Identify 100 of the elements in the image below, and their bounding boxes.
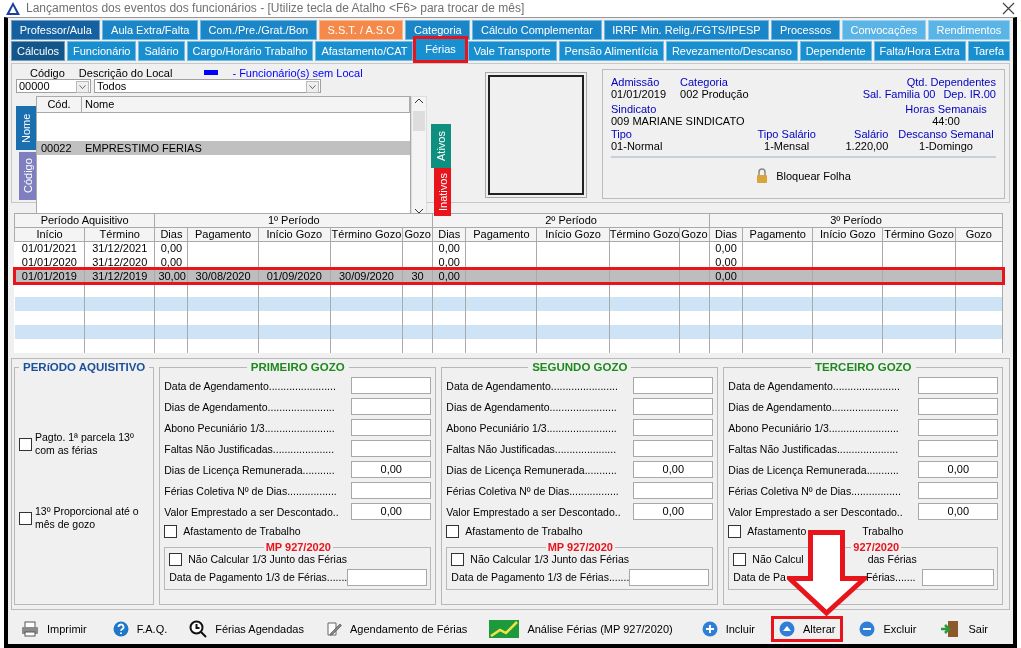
input-field[interactable] (918, 482, 999, 499)
checkbox[interactable] (728, 525, 742, 538)
scrollbar[interactable] (411, 95, 427, 216)
input-field[interactable] (633, 419, 714, 436)
tab[interactable]: Pensão Alimentícia (558, 40, 664, 61)
side-tab[interactable]: Nome (16, 105, 36, 150)
input-field[interactable] (351, 482, 432, 499)
input-field[interactable] (918, 398, 999, 415)
checkbox-label: das Férias (867, 553, 917, 566)
status-tab[interactable]: Inativos (434, 167, 451, 216)
group-title: TERCEIRO GOZO (814, 361, 913, 373)
input-field[interactable]: 0,00 (918, 461, 999, 478)
local-dropdown[interactable]: Todos (94, 78, 321, 93)
toolbar-button[interactable]: Sair (934, 617, 994, 641)
checkbox[interactable] (164, 525, 178, 538)
checkbox[interactable] (169, 553, 183, 566)
scroll-up-icon[interactable] (414, 96, 424, 105)
input-field[interactable] (351, 377, 432, 394)
group-title: PRIMEIRO GOZO (249, 361, 346, 373)
tab[interactable]: Aula Extra/Falta (102, 19, 198, 40)
input-field[interactable] (918, 377, 999, 394)
lock-payroll-button[interactable]: Bloquear Folha (776, 169, 851, 182)
scroll-down-icon[interactable] (414, 206, 424, 215)
checkbox-label: Não Calcular 1/3 Junto das Férias (470, 553, 630, 566)
toolbar-button[interactable]: Agendamento de Férias (319, 618, 474, 640)
dropdown-caret-icon[interactable] (306, 80, 319, 93)
tab[interactable]: Revezamento/Descanso (665, 40, 798, 61)
toolbar-button[interactable]: Alterar (773, 618, 842, 640)
input-field[interactable]: 0,00 (351, 503, 432, 520)
section-title: 927/2020 (852, 541, 901, 553)
period-row[interactable]: 01/01/2019 31/12/2019 30,00 30/08/2020 01/09/2020 30/09/2020 30 0,00 0,00 (14, 269, 1003, 283)
toolbar-button[interactable]: Excluir (853, 618, 923, 640)
info-label: Horas Semanais (905, 102, 987, 115)
input-field[interactable] (633, 377, 714, 394)
toolbar-button[interactable]: Análise Férias (MP 927/2020) (483, 617, 679, 641)
tab[interactable]: Categoria (405, 19, 471, 40)
clock-icon (189, 620, 208, 638)
input-field[interactable]: 0,00 (633, 503, 714, 520)
toolbar-button[interactable]: Incluir (695, 618, 761, 640)
group-header: 2º Período (432, 213, 710, 227)
checkbox[interactable] (451, 553, 465, 566)
tab[interactable]: Férias (415, 37, 466, 61)
input-field[interactable] (633, 398, 714, 415)
field-label: Faltas Não Justificadas..................... (728, 442, 899, 455)
checkbox-label: Não Calcular 1/3 Junto das Férias (188, 553, 347, 566)
input-field[interactable] (633, 482, 714, 499)
side-tab[interactable]: Código (19, 151, 36, 200)
local-label: Descrição do Local (78, 66, 173, 79)
tab[interactable]: Falta/Hora Extra (873, 40, 966, 61)
tab[interactable]: Cálculo Complementar (472, 19, 602, 40)
info-value: 44:00 (932, 114, 960, 128)
input-field[interactable] (351, 419, 432, 436)
tab[interactable]: IRRF Min. Relig./FGTS/IPESP (603, 19, 770, 40)
input-field[interactable] (351, 440, 432, 457)
field-label: Data de Pa (733, 571, 786, 584)
input-field[interactable] (351, 398, 432, 415)
group-header: 3º Período (709, 213, 1003, 227)
checkbox[interactable] (19, 437, 32, 451)
tab[interactable]: Cálculos (11, 40, 66, 61)
checkbox-label: Afastamento (747, 525, 807, 538)
close-icon[interactable] (1002, 1, 1015, 15)
checkbox[interactable] (446, 525, 460, 538)
code-dropdown[interactable]: 00000 (16, 78, 91, 93)
input-field[interactable]: 0,00 (918, 503, 999, 520)
column-header[interactable]: Nome (82, 96, 410, 112)
tab[interactable]: Com./Pre./Grat./Bon (199, 19, 317, 40)
input-field[interactable] (347, 569, 428, 586)
status-tab[interactable]: Ativos (431, 123, 451, 168)
tab[interactable]: Professor/Aula (11, 19, 101, 40)
edit-icon (325, 621, 342, 637)
tab[interactable]: Dependente (799, 40, 872, 61)
tab[interactable]: Funcionário (67, 40, 137, 61)
employee-row[interactable]: 00022 EMPRESTIMO FERIAS (37, 140, 410, 155)
input-field[interactable]: 0,00 (633, 461, 714, 478)
dropdown-caret-icon[interactable] (76, 80, 89, 93)
checkbox[interactable] (733, 553, 747, 566)
lock-icon (756, 167, 769, 184)
field-label: Dias de Licença Remunerada........... (446, 463, 617, 476)
field-label: Férias Coletiva Nº de Dias................. (728, 484, 901, 497)
tab[interactable]: Processos (771, 19, 840, 40)
input-field[interactable]: 0,00 (351, 461, 432, 478)
column-header[interactable]: Cód. (37, 96, 82, 112)
tab[interactable]: Tarefa (967, 40, 1010, 61)
section-title: MP 927/2020 (264, 541, 332, 553)
checkbox[interactable] (19, 511, 32, 525)
toolbar-button[interactable]: F.A.Q. (106, 618, 174, 640)
field-label: Abono Pecuniário 1/3........................ (164, 421, 335, 434)
tab[interactable]: Vale Transporte (467, 40, 557, 61)
input-field[interactable] (918, 440, 999, 457)
input-field[interactable] (629, 569, 710, 586)
tab[interactable]: Afastamento/CAT (315, 40, 414, 61)
help-icon (112, 621, 129, 637)
toolbar-button[interactable]: Imprimir (15, 618, 93, 640)
input-field[interactable] (633, 440, 714, 457)
tab[interactable]: Salário (138, 40, 185, 61)
input-field[interactable] (918, 419, 999, 436)
toolbar-button[interactable]: Férias Agendadas (183, 617, 310, 641)
tab[interactable]: Cargo/Horário Trabalho (186, 40, 314, 61)
input-field[interactable] (922, 569, 995, 586)
field-label: Valor Emprestado a ser Descontado.. (164, 505, 339, 518)
